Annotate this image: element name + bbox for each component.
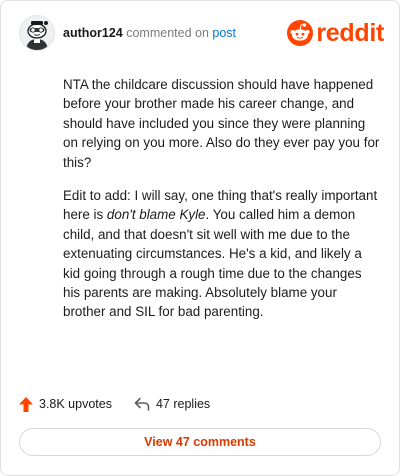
commented-on-label: commented on bbox=[126, 26, 209, 40]
upvotes-stat[interactable]: 3.8K upvotes bbox=[19, 396, 112, 412]
comment-header: author124 commented on post reddit bbox=[19, 15, 384, 55]
comment-paragraph-1: NTA the childcare discussion should have… bbox=[63, 77, 380, 170]
comment-meta: author124 commented on post bbox=[63, 25, 236, 41]
reddit-logo[interactable]: reddit bbox=[287, 18, 384, 48]
comment-paragraph-2: Edit to add: I will say, one thing that'… bbox=[63, 186, 381, 322]
replies-count: 47 replies bbox=[155, 397, 211, 411]
view-comments-button[interactable]: View 47 comments bbox=[19, 428, 381, 456]
comment-footer: 3.8K upvotes 47 replies bbox=[19, 394, 210, 414]
paragraph-2-text-end: . You called him a demon child, and that… bbox=[63, 207, 362, 320]
paragraph-2-emphasis: don't blame Kyle bbox=[106, 207, 206, 223]
snoo-avatar-icon bbox=[20, 16, 54, 50]
post-link[interactable]: post bbox=[212, 26, 236, 40]
user-avatar[interactable] bbox=[19, 15, 55, 51]
reddit-wordmark: reddit bbox=[316, 18, 384, 47]
comment-body: NTA the childcare discussion should have… bbox=[63, 75, 381, 336]
reply-arrow-icon bbox=[134, 397, 150, 411]
upvote-arrow-icon bbox=[19, 396, 33, 412]
replies-stat[interactable]: 47 replies bbox=[134, 397, 210, 411]
author-name[interactable]: author124 bbox=[63, 26, 123, 40]
reddit-alien-icon bbox=[287, 20, 314, 46]
comment-card: author124 commented on post reddit NTA t… bbox=[0, 0, 400, 476]
upvotes-count: 3.8K upvotes bbox=[39, 397, 112, 411]
